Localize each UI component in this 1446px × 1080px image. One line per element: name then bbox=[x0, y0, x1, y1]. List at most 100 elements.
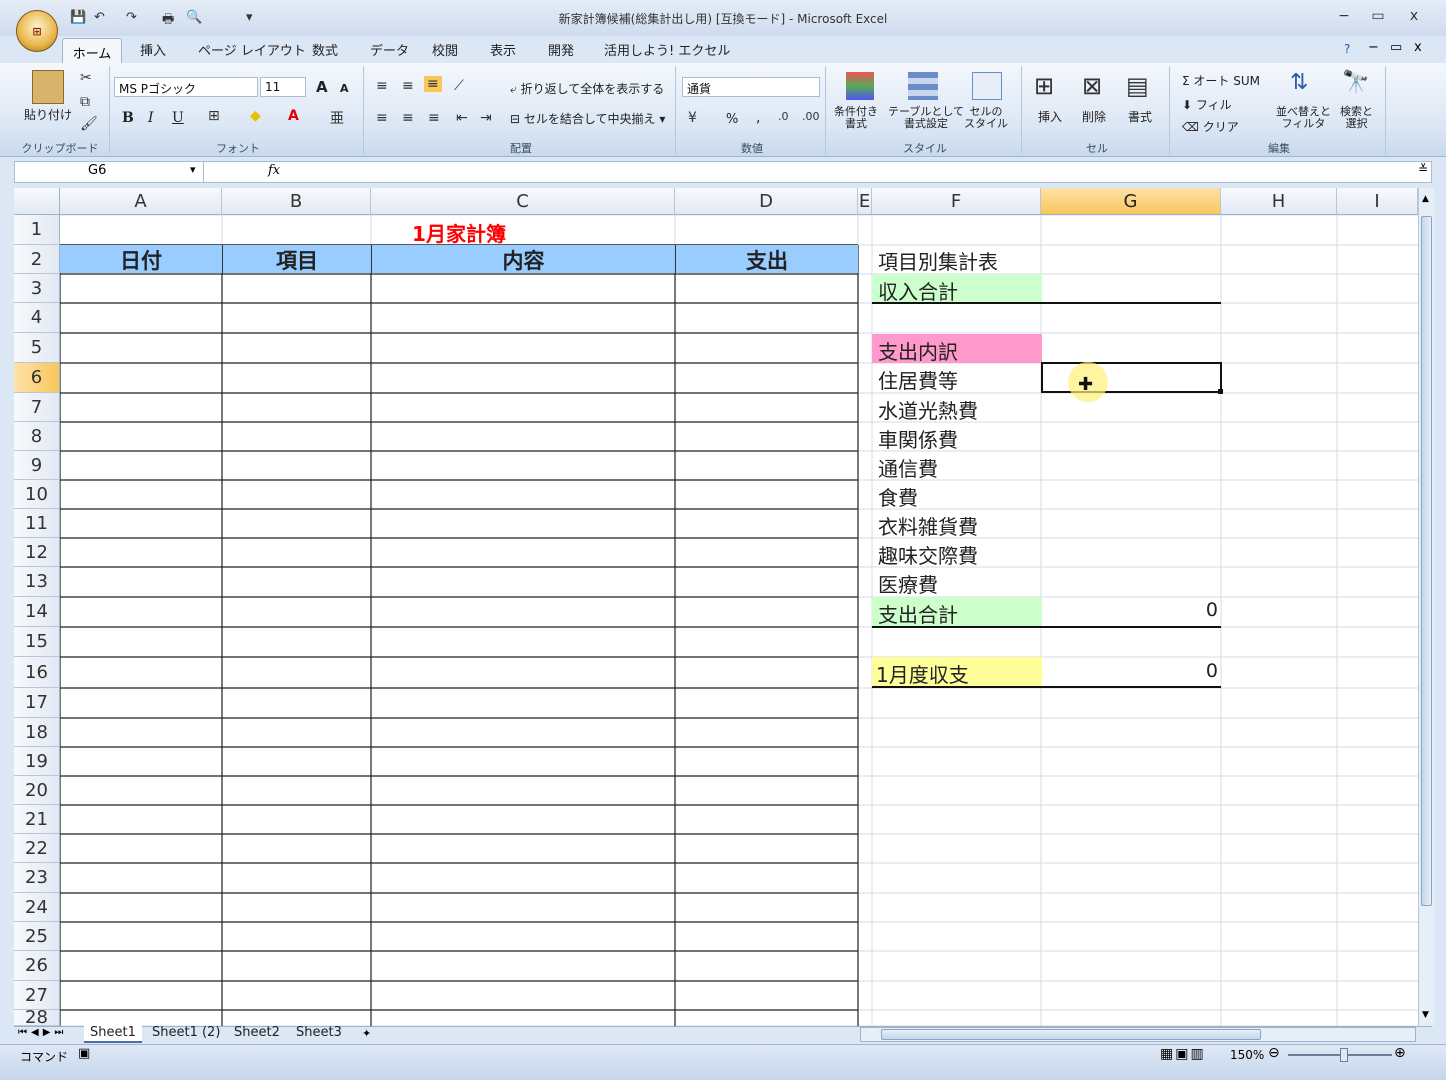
scroll-up-icon[interactable]: ▲ bbox=[1422, 194, 1429, 204]
row-header-7[interactable]: 7 bbox=[14, 393, 60, 422]
insert-cells-icon[interactable]: ⊞ bbox=[1034, 72, 1054, 100]
sheet-tab-1[interactable]: Sheet1 bbox=[84, 1025, 142, 1043]
zoom-in-icon[interactable]: ⊕ bbox=[1394, 1045, 1406, 1061]
row-header-10[interactable]: 10 bbox=[14, 480, 60, 509]
align-right-icon[interactable]: ≡ bbox=[428, 110, 440, 126]
align-middle-icon[interactable]: ≡ bbox=[402, 78, 414, 94]
fill-button[interactable]: ⬇ フィル bbox=[1182, 96, 1232, 113]
row-header-3[interactable]: 3 bbox=[14, 274, 60, 303]
underline-button[interactable]: U bbox=[172, 110, 184, 126]
header-date[interactable]: 日付 bbox=[60, 245, 222, 273]
tab-developer[interactable]: 開発 bbox=[548, 40, 574, 59]
cell-styles-icon[interactable] bbox=[972, 72, 1002, 100]
row-header-14[interactable]: 14 bbox=[14, 597, 60, 627]
header-content[interactable]: 内容 bbox=[371, 245, 675, 273]
row-header-5[interactable]: 5 bbox=[14, 333, 60, 363]
expense-item[interactable]: 趣味交際費 bbox=[878, 540, 1038, 569]
insert-button[interactable]: 挿入 bbox=[1038, 108, 1062, 125]
horizontal-scroll-thumb[interactable] bbox=[881, 1029, 1261, 1040]
sheet-title[interactable]: 1月家計簿 bbox=[60, 218, 858, 247]
bold-button[interactable]: B bbox=[122, 110, 134, 126]
merge-center-button[interactable]: ⊟ セルを結合して中央揃え ▾ bbox=[510, 110, 665, 127]
increase-decimal-icon[interactable]: .0 bbox=[778, 110, 789, 123]
row-header-15[interactable]: 15 bbox=[14, 627, 60, 657]
column-header-D[interactable]: D bbox=[675, 188, 858, 215]
row-header-23[interactable]: 23 bbox=[14, 863, 60, 893]
find-select-button[interactable]: 検索と 選択 bbox=[1340, 106, 1373, 130]
format-as-table-button[interactable]: テーブルとして 書式設定 bbox=[888, 106, 964, 130]
ribbon-close-button[interactable]: x bbox=[1414, 40, 1422, 55]
summary-title[interactable]: 項目別集計表 bbox=[878, 246, 1038, 275]
tab-formulas[interactable]: 数式 bbox=[312, 40, 338, 59]
name-box-dropdown-icon[interactable]: ▾ bbox=[190, 163, 196, 176]
minimize-button[interactable]: − bbox=[1334, 8, 1354, 24]
help-icon[interactable]: ? bbox=[1344, 42, 1350, 56]
expense-total-label[interactable]: 支出合計 bbox=[872, 597, 1042, 626]
view-buttons[interactable]: ▦▣▥ bbox=[1160, 1046, 1206, 1062]
find-select-icon[interactable]: 🔭 bbox=[1342, 70, 1369, 95]
conditional-format-icon[interactable] bbox=[846, 72, 874, 100]
row-header-21[interactable]: 21 bbox=[14, 805, 60, 834]
restore-button[interactable]: ▭ bbox=[1368, 8, 1388, 24]
insert-sheet-icon[interactable]: ✦ bbox=[362, 1027, 371, 1040]
row-header-27[interactable]: 27 bbox=[14, 981, 60, 1010]
row-header-17[interactable]: 17 bbox=[14, 688, 60, 718]
column-header-H[interactable]: H bbox=[1221, 188, 1337, 215]
font-size-select[interactable]: 11 bbox=[260, 77, 306, 97]
row-header-22[interactable]: 22 bbox=[14, 834, 60, 863]
phonetic-icon[interactable]: 亜 bbox=[330, 108, 344, 128]
breakdown-label[interactable]: 支出内訳 bbox=[872, 334, 1042, 363]
zoom-out-icon[interactable]: ⊖ bbox=[1268, 1045, 1280, 1061]
align-left-icon[interactable]: ≡ bbox=[376, 110, 388, 126]
expense-item[interactable]: 医療費 bbox=[878, 569, 1038, 598]
row-header-11[interactable]: 11 bbox=[14, 509, 60, 538]
align-center-icon[interactable]: ≡ bbox=[402, 110, 414, 126]
column-header-A[interactable]: A bbox=[60, 188, 222, 215]
formula-bar[interactable] bbox=[14, 161, 1432, 183]
column-header-F[interactable]: F bbox=[872, 188, 1041, 215]
format-cells-icon[interactable]: ▤ bbox=[1126, 72, 1149, 100]
row-header-6[interactable]: 6 bbox=[14, 363, 60, 393]
autosum-button[interactable]: Σ オート SUM bbox=[1182, 72, 1260, 89]
number-format-select[interactable]: 通貨 bbox=[682, 77, 820, 97]
sort-filter-button[interactable]: 並べ替えと フィルタ bbox=[1276, 106, 1331, 130]
row-header-18[interactable]: 18 bbox=[14, 718, 60, 747]
column-header-G[interactable]: G bbox=[1041, 188, 1221, 215]
clear-button[interactable]: ⌫ クリア bbox=[1182, 118, 1239, 135]
vertical-scroll-thumb[interactable] bbox=[1421, 216, 1432, 906]
zoom-slider-thumb[interactable] bbox=[1340, 1048, 1348, 1062]
balance-value[interactable]: 0 bbox=[1042, 660, 1218, 682]
horizontal-scrollbar[interactable] bbox=[860, 1027, 1416, 1042]
row-header-24[interactable]: 24 bbox=[14, 893, 60, 922]
office-button[interactable]: ⊞ bbox=[16, 10, 58, 52]
row-header-19[interactable]: 19 bbox=[14, 747, 60, 776]
row-header-4[interactable]: 4 bbox=[14, 303, 60, 333]
balance-label[interactable]: 1月度収支 bbox=[872, 657, 1042, 686]
delete-button[interactable]: 削除 bbox=[1082, 108, 1106, 125]
comma-button[interactable]: , bbox=[756, 110, 760, 126]
font-color-icon[interactable]: A bbox=[288, 108, 299, 124]
fill-color-icon[interactable]: ◆ bbox=[250, 108, 261, 124]
cut-icon[interactable]: ✂ bbox=[80, 70, 92, 86]
row-header-16[interactable]: 16 bbox=[14, 657, 60, 688]
expense-total-value[interactable]: 0 bbox=[1042, 599, 1218, 621]
close-button[interactable]: x bbox=[1404, 8, 1424, 24]
tab-review[interactable]: 校閲 bbox=[432, 40, 458, 59]
increase-indent-icon[interactable]: ⇥ bbox=[480, 110, 492, 126]
row-header-26[interactable]: 26 bbox=[14, 951, 60, 981]
tab-home[interactable]: ホーム bbox=[62, 38, 122, 64]
format-as-table-icon[interactable] bbox=[908, 72, 938, 100]
tab-page-layout[interactable]: ページ レイアウト bbox=[198, 40, 306, 59]
row-header-13[interactable]: 13 bbox=[14, 567, 60, 597]
tab-view[interactable]: 表示 bbox=[490, 40, 516, 59]
expense-item[interactable]: 衣料雑貨費 bbox=[878, 511, 1038, 540]
ribbon-restore-button[interactable]: ▭ bbox=[1390, 40, 1402, 55]
borders-icon[interactable]: ⊞ bbox=[208, 108, 220, 124]
row-header-9[interactable]: 9 bbox=[14, 451, 60, 480]
sheet-tab-2[interactable]: Sheet1 (2) bbox=[146, 1025, 226, 1043]
column-header-I[interactable]: I bbox=[1337, 188, 1418, 215]
expense-item[interactable]: 水道光熱費 bbox=[878, 395, 1038, 424]
expense-item[interactable]: 車関係費 bbox=[878, 424, 1038, 453]
row-header-12[interactable]: 12 bbox=[14, 538, 60, 567]
row-header-1[interactable]: 1 bbox=[14, 215, 60, 245]
